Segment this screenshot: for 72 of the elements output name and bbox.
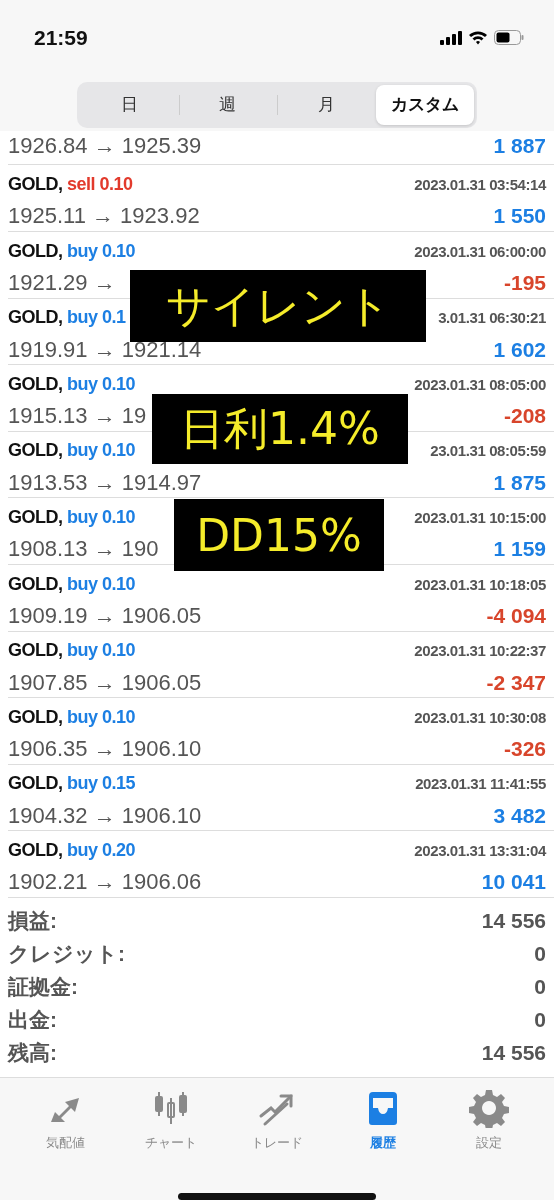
deal-time: 2023.01.31 10:15:00 [414,508,546,526]
clock-time: 21:59 [34,25,88,50]
tab-bar-item[interactable]: トレード [224,1078,330,1153]
caption-label: DD15% [174,499,384,571]
deal-symbol: GOLD, buy 0.10 [8,573,136,595]
deal-symbol: GOLD, buy 0.15 [8,773,136,795]
summary-label: クレジット: [8,940,125,967]
summary-label: 残高: [8,1039,57,1066]
price-range: 1909.19 → 1906.05 [8,603,202,630]
deal-time: 2023.01.31 13:31:04 [414,841,546,859]
price-range: 1902.21 → 1906.06 [8,869,202,896]
deal-symbol: GOLD, buy 0.10 [8,373,136,395]
profit-value: 1 550 [493,204,546,229]
tab-bar-item[interactable]: 履歴 [330,1078,436,1153]
deal-symbol: GOLD, buy 0.1 [8,307,126,329]
profit-value: -4 094 [486,604,546,629]
price-range: 1907.85 → 1906.05 [8,669,202,696]
profit-value: 1 159 [493,537,546,562]
summary-label: 証拠金: [8,973,78,1000]
profit-value: 10 041 [481,870,546,895]
price-range: 1913.53 → 1914.97 [8,469,202,496]
price-range: 1915.13 → 19 [8,403,147,430]
deal-time: 2023.01.31 10:18:05 [414,575,546,593]
price-range: 1906.35 → 1906.10 [8,736,202,763]
deal-time: 2023.01.31 10:22:37 [414,642,546,660]
summary-label: 損益: [8,907,57,934]
deal-symbol: GOLD, buy 0.10 [8,706,136,728]
deal-time: 3.01.31 06:30:21 [438,309,546,327]
caption-label: サイレント [130,270,426,342]
deal-symbol: GOLD, buy 0.20 [8,839,136,861]
wifi-icon [468,30,488,46]
summary-label: 出金: [8,1006,57,1033]
deal-symbol: GOLD, buy 0.10 [8,640,136,662]
tab-bar-item[interactable]: 気配値 [12,1078,118,1153]
deal-time: 2023.01.31 06:00:00 [414,242,546,260]
summary-value: 0 [534,1007,546,1032]
price-range: 1926.84 → 1925.39 [8,133,202,160]
tab-bar-item[interactable]: 設定 [436,1078,542,1153]
deal-time: 2023.01.31 03:54:14 [414,175,546,193]
deal-symbol: GOLD, buy 0.10 [8,240,136,262]
profit-value: 3 482 [493,803,546,828]
deal-symbol: GOLD, sell 0.10 [8,173,133,195]
settings-icon [469,1088,509,1128]
profit-value: 1 887 [493,134,546,159]
summary-value: 0 [534,941,546,966]
period-tab[interactable]: 月 [277,84,376,125]
deal-time: 2023.01.31 11:41:55 [415,775,546,793]
tab-bar-item[interactable]: チャート [118,1078,224,1153]
profit-value: -208 [503,404,546,429]
battery-icon [494,30,524,46]
deal-symbol: GOLD, buy 0.10 [8,440,136,462]
period-tab[interactable]: 日 [80,84,179,125]
profit-value: 1 875 [493,470,546,495]
profit-value: -195 [503,271,546,296]
price-range: 1921.29 → [8,270,116,297]
summary-value: 0 [534,974,546,999]
period-tab[interactable]: カスタム [375,84,474,125]
deal-time: 2023.01.31 08:05:00 [414,375,546,393]
signal-icon [440,30,462,45]
deal-time: 2023.01.31 10:30:08 [414,708,546,726]
caption-label: 日利1.4% [152,394,408,464]
period-tab[interactable]: 週 [178,84,277,125]
summary-value: 14 556 [481,908,546,933]
deal-symbol: GOLD, buy 0.10 [8,506,136,528]
price-range: 1904.32 → 1906.10 [8,802,202,829]
profit-value: -326 [503,737,546,762]
summary-value: 14 556 [481,1040,546,1065]
price-range: 1925.11 → 1923.92 [8,203,200,230]
profit-value: -2 347 [486,670,546,695]
profit-value: 1 602 [493,337,546,362]
deal-time: 23.01.31 08:05:59 [430,442,546,460]
price-range: 1908.13 → 190 [8,536,159,563]
